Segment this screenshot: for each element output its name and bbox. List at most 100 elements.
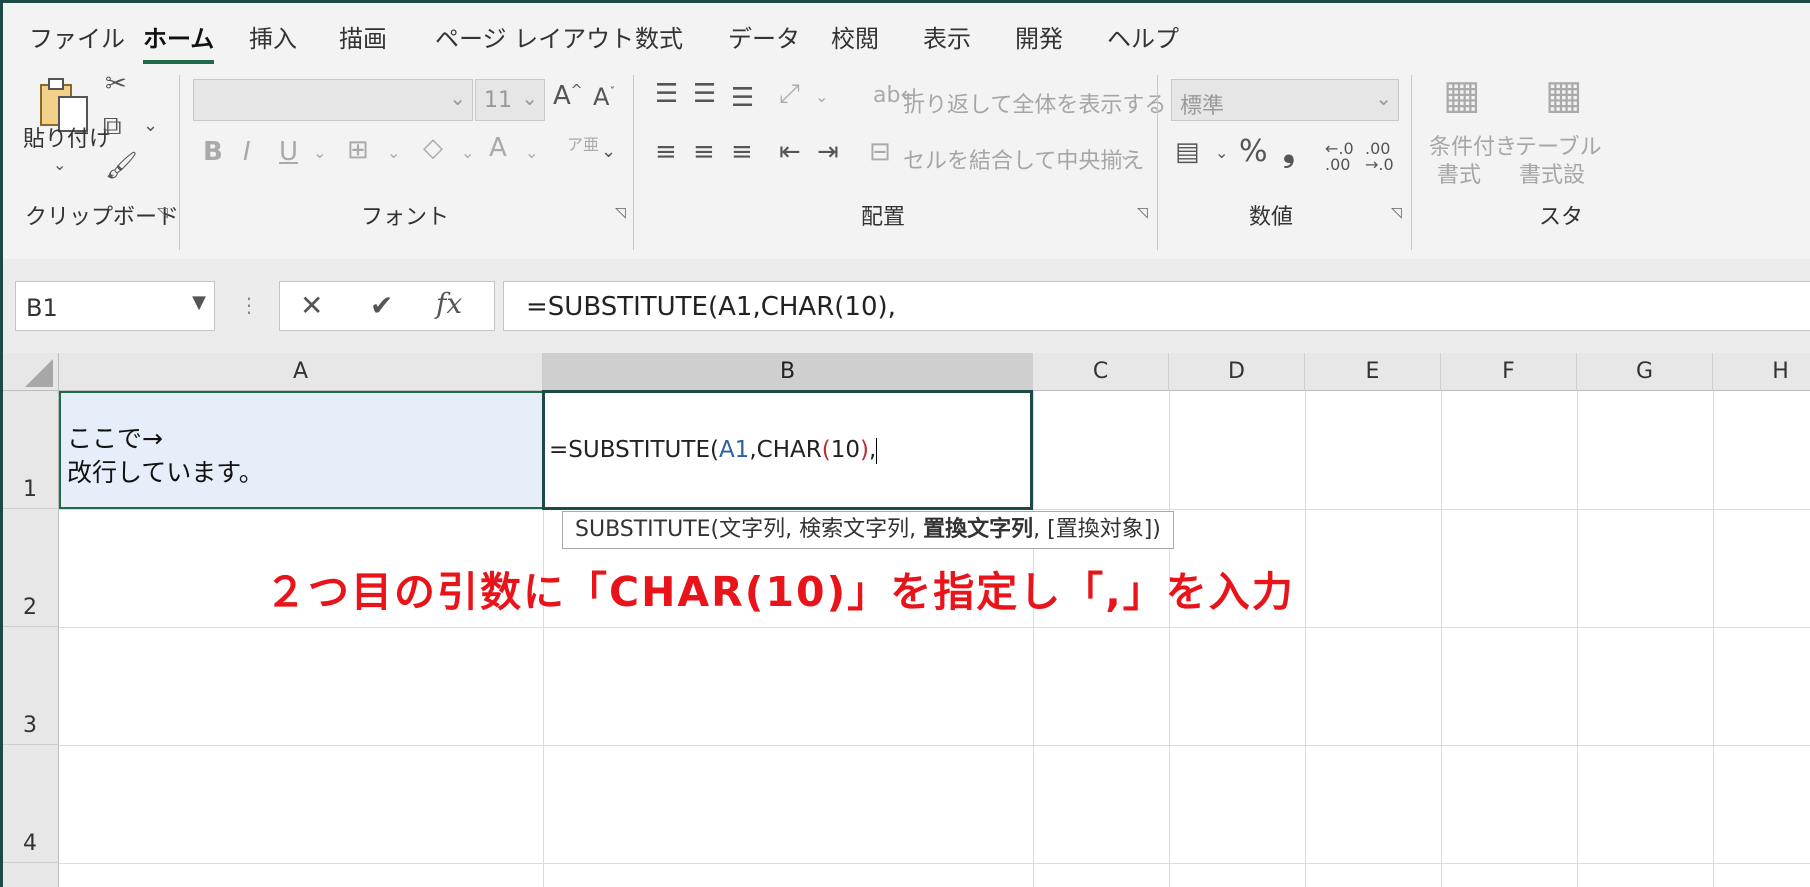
tab-help[interactable]: ヘルプ: [1107, 19, 1179, 54]
align-center-icon[interactable]: ≡: [693, 139, 715, 165]
tab-developer[interactable]: 開発: [1015, 19, 1063, 54]
phonetic-dropdown-icon[interactable]: ⌄: [601, 143, 616, 161]
underline-button[interactable]: U: [279, 139, 298, 165]
tab-insert[interactable]: 挿入: [249, 19, 297, 54]
font-name-combo[interactable]: ⌄: [193, 79, 473, 121]
cell-b1-editing[interactable]: =SUBSTITUTE(A1,CHAR(10),: [542, 390, 1033, 510]
fill-dropdown-icon[interactable]: ⌄: [461, 145, 474, 161]
align-left-icon[interactable]: ≡: [655, 139, 677, 165]
borders-icon[interactable]: ⊞: [347, 137, 369, 163]
accounting-dropdown-icon[interactable]: ⌄: [1215, 145, 1228, 161]
row-header-4[interactable]: 4: [3, 745, 59, 863]
name-box[interactable]: B1 ▼: [15, 281, 215, 331]
shrink-font-icon[interactable]: Aˇ: [593, 85, 615, 109]
column-header-d[interactable]: D: [1169, 353, 1305, 391]
select-all-corner[interactable]: [3, 353, 59, 391]
align-right-icon[interactable]: ≡: [731, 139, 753, 165]
align-middle-icon[interactable]: ☰: [693, 81, 716, 107]
font-launcher-icon[interactable]: ◹: [615, 205, 626, 221]
orientation-dropdown-icon[interactable]: ⌄: [815, 89, 828, 105]
accounting-format-icon[interactable]: ▤: [1175, 139, 1200, 165]
row-number: 2: [23, 595, 37, 620]
fill-color-icon[interactable]: ◇: [423, 135, 443, 161]
increase-indent-icon[interactable]: ⇥: [817, 139, 839, 165]
ribbon-tabs: ファイル ホーム 挿入 描画 ページ レイアウト 数式 データ 校閲 表示 開発…: [3, 3, 1810, 67]
tab-home[interactable]: ホーム: [143, 19, 215, 64]
tab-draw[interactable]: 描画: [339, 19, 387, 54]
column-header-g[interactable]: G: [1577, 353, 1713, 391]
column-header-e[interactable]: E: [1305, 353, 1441, 391]
tooltip-prefix: SUBSTITUTE(文字列, 検索文字列,: [575, 517, 924, 542]
conditional-formatting-icon[interactable]: ▦: [1443, 75, 1481, 115]
grow-font-icon[interactable]: A^: [553, 83, 583, 109]
paste-dropdown-icon[interactable]: ⌄: [53, 157, 66, 173]
copy-dropdown-icon[interactable]: ⌄: [143, 117, 158, 135]
column-header-h[interactable]: H: [1713, 353, 1810, 391]
merge-center-button[interactable]: セルを結合して中央揃え: [903, 143, 1144, 175]
font-size-value: 11: [484, 88, 512, 113]
font-color-dropdown-icon[interactable]: ⌄: [525, 145, 538, 161]
merge-center-icon[interactable]: ⊟: [869, 139, 891, 165]
decrease-decimal-icon[interactable]: .00 →.0: [1365, 141, 1394, 173]
number-launcher-icon[interactable]: ◹: [1391, 205, 1402, 221]
number-format-combo[interactable]: 標準 ⌄: [1171, 79, 1399, 121]
cell-b1-formula: =SUBSTITUTE(A1,CHAR(10),: [549, 437, 878, 464]
row-header-1[interactable]: 1: [3, 391, 59, 509]
increase-decimal-icon[interactable]: ←.0.00: [1325, 141, 1354, 173]
formula-input[interactable]: =SUBSTITUTE(A1,CHAR(10),: [503, 281, 1810, 331]
gridline: [1033, 391, 1034, 887]
formula-ref-a1: A1: [718, 437, 750, 463]
cell-a1[interactable]: ここで→ 改行しています。: [59, 391, 543, 509]
function-tooltip: SUBSTITUTE(文字列, 検索文字列, 置換文字列, [置換対象]): [562, 511, 1174, 549]
paste-icon[interactable]: [37, 75, 93, 135]
row-header-3[interactable]: 3: [3, 627, 59, 745]
decrease-indent-icon[interactable]: ⇤: [779, 139, 801, 165]
format-as-table-icon[interactable]: ▦: [1545, 75, 1583, 115]
insert-function-icon[interactable]: fx: [436, 290, 462, 318]
cut-icon[interactable]: ✂: [105, 71, 127, 97]
column-header-b[interactable]: B: [543, 353, 1033, 391]
more-options-icon[interactable]: ⋮: [239, 295, 259, 315]
tab-formulas[interactable]: 数式: [635, 19, 683, 54]
tab-data[interactable]: データ: [728, 19, 800, 54]
align-top-icon[interactable]: ☰: [655, 81, 678, 107]
underline-dropdown-icon[interactable]: ⌄: [313, 145, 326, 161]
alignment-group-label: 配置: [861, 205, 906, 230]
font-group-label: フォント: [361, 205, 450, 230]
paste-label[interactable]: 貼り付け: [23, 129, 111, 151]
cell-a1-line2: 改行しています。: [67, 458, 264, 487]
column-header-c[interactable]: C: [1033, 353, 1169, 391]
annotation-text: ２つ目の引数に「CHAR(10)」を指定し「,」を入力: [265, 568, 1295, 616]
merge-dropdown-icon[interactable]: ⌄: [1119, 147, 1132, 163]
align-bottom-icon[interactable]: ☰: [731, 85, 754, 111]
tab-file[interactable]: ファイル: [29, 19, 125, 54]
copy-icon[interactable]: ⧉: [103, 113, 122, 139]
cancel-icon[interactable]: ✕: [300, 292, 323, 320]
alignment-launcher-icon[interactable]: ◹: [1137, 205, 1148, 221]
bold-button[interactable]: B: [203, 139, 223, 165]
column-header-f[interactable]: F: [1441, 353, 1577, 391]
borders-dropdown-icon[interactable]: ⌄: [387, 145, 400, 161]
format-painter-icon[interactable]: 🖌: [105, 153, 138, 179]
column-header-a[interactable]: A: [59, 353, 543, 391]
row-header-5[interactable]: [3, 863, 59, 887]
ribbon: 貼り付け ⌄ ✂ ⧉ ⌄ 🖌 クリップボード ◹ ⌄ 11 ⌄ A^ Aˇ B …: [3, 67, 1810, 260]
italic-button[interactable]: I: [243, 139, 251, 165]
wrap-text-button[interactable]: 折り返して全体を表示する: [903, 87, 1166, 119]
tab-page-layout[interactable]: ページ レイアウト: [435, 19, 634, 54]
chevron-down-icon[interactable]: ▼: [192, 292, 206, 313]
conditional-formatting-label2[interactable]: 書式: [1437, 157, 1481, 189]
tab-review[interactable]: 校閲: [831, 19, 879, 54]
format-as-table-label2[interactable]: 書式設: [1519, 157, 1585, 189]
phonetic-guide-icon[interactable]: ア亜: [567, 137, 599, 153]
tab-view[interactable]: 表示: [923, 19, 971, 54]
percent-style-button[interactable]: %: [1239, 137, 1268, 167]
row-header-2[interactable]: 2: [3, 509, 59, 627]
comma-style-button[interactable]: ❟: [1283, 137, 1295, 167]
font-size-combo[interactable]: 11 ⌄: [475, 79, 545, 121]
separator: [1411, 75, 1412, 250]
font-color-icon[interactable]: A: [489, 135, 507, 161]
orientation-icon[interactable]: ⤢: [779, 81, 800, 107]
enter-check-icon[interactable]: ✔: [370, 292, 393, 320]
clipboard-launcher-icon[interactable]: ◹: [157, 205, 168, 221]
